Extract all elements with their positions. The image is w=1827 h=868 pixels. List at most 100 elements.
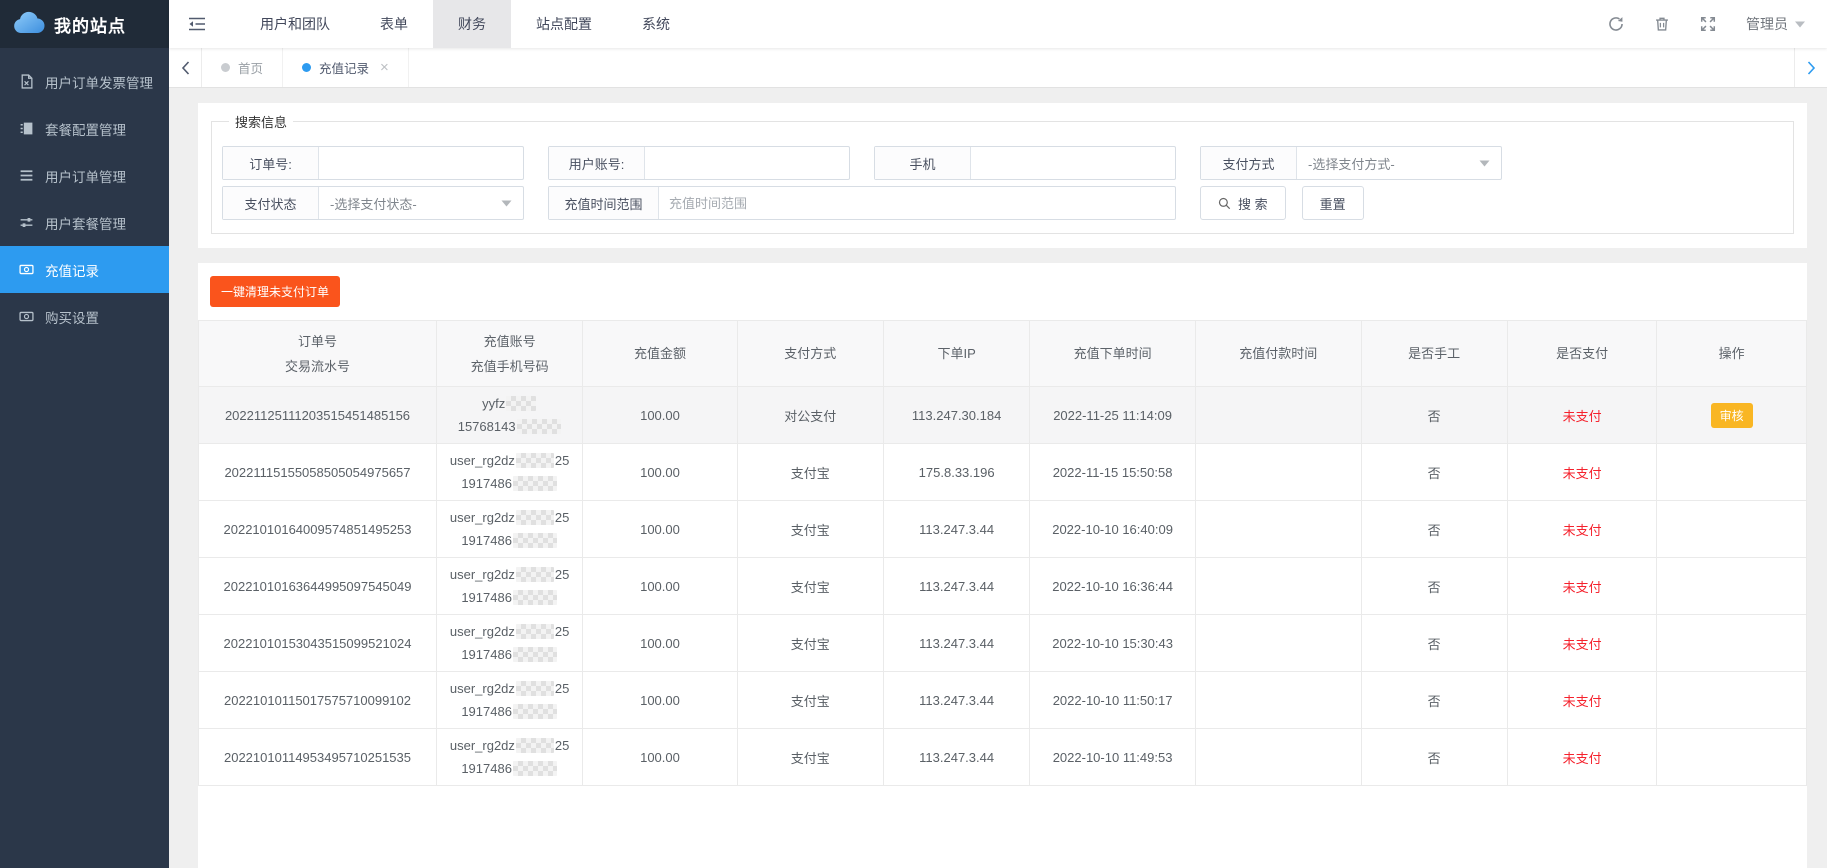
- tab-status-dot: [302, 63, 312, 72]
- redaction-mosaic: [512, 590, 557, 605]
- cell-ip: 113.247.30.184: [882, 386, 1031, 444]
- sidebar-item-link[interactable]: 用户套餐管理: [0, 199, 169, 246]
- table-body: 20221125111203515451485156 yyfz 15768143 10…: [198, 386, 1807, 786]
- tab-item[interactable]: 首页: [202, 48, 284, 87]
- phone-input[interactable]: [971, 147, 1175, 179]
- phone-text: 1917486: [461, 590, 512, 605]
- column-header: 充值下单时间: [1029, 320, 1196, 387]
- cell-order-no: 20221115155058505054975657: [198, 443, 437, 501]
- cell-account: user_rg2dz 25 1917486: [435, 614, 584, 672]
- cell-amount: 100.00: [582, 728, 738, 786]
- top-nav-item[interactable]: 财务: [433, 0, 511, 48]
- collapse-sidebar-icon[interactable]: [169, 17, 225, 31]
- sidebar-item-active[interactable]: 充值记录: [0, 246, 169, 293]
- cell-pay-method: 支付宝: [736, 671, 884, 729]
- cell-manual: 否: [1360, 671, 1508, 729]
- user-menu[interactable]: 管理员: [1746, 14, 1805, 34]
- phone-label: 手机: [875, 147, 971, 179]
- order-list-icon: [19, 168, 34, 183]
- cell-account: user_rg2dz 25 1917486: [435, 443, 584, 501]
- cloud-logo-icon: [13, 11, 45, 37]
- cell-order-time: 2022-10-10 16:40:09: [1029, 500, 1196, 558]
- search-button-label: 搜 索: [1238, 196, 1268, 212]
- redaction-mosaic: [515, 510, 554, 525]
- audit-button[interactable]: 审核: [1710, 402, 1753, 428]
- cell-action: [1656, 557, 1807, 615]
- top-nav-item[interactable]: 系统: [617, 0, 695, 48]
- tabs-scroll-right-icon[interactable]: [1794, 48, 1827, 87]
- cell-amount: 100.00: [582, 500, 738, 558]
- cell-pay-time: [1194, 728, 1362, 786]
- cell-pay-method: 支付宝: [736, 443, 884, 501]
- pay-method-select[interactable]: -选择支付方式-: [1297, 147, 1501, 179]
- cell-ip: 175.8.33.196: [882, 443, 1031, 501]
- column-header: 下单IP: [882, 320, 1031, 387]
- sidebar-item-link[interactable]: 套餐配置管理: [0, 105, 169, 152]
- cell-pay-method: 支付宝: [736, 614, 884, 672]
- page-content: 搜索信息 订单号: 用户账号: 手机 支付方式 -选择支付方式- 支付状态 -选…: [169, 88, 1827, 868]
- sidebar-item-link[interactable]: 用户订单发票管理: [0, 58, 169, 105]
- pay-method-selected-value: -选择支付方式-: [1308, 156, 1395, 172]
- reset-button[interactable]: 重置: [1301, 186, 1364, 220]
- search-button[interactable]: 搜 索: [1200, 186, 1286, 220]
- fullscreen-icon[interactable]: [1700, 16, 1716, 32]
- sidebar-item-link[interactable]: 用户订单管理: [0, 152, 169, 199]
- account-suffix-text: 25: [554, 510, 570, 525]
- sidebar-item-label: 购买设置: [45, 310, 99, 326]
- tabs-scroll-left-icon[interactable]: [169, 48, 202, 87]
- search-row-1: 订单号: 用户账号: 手机 支付方式 -选择支付方式-: [222, 146, 1783, 180]
- cell-action: [1656, 671, 1807, 729]
- top-nav-item[interactable]: 表单: [355, 0, 433, 48]
- account-field: 用户账号:: [548, 146, 850, 180]
- account-text: user_rg2dz: [449, 567, 515, 582]
- cell-ip: 113.247.3.44: [882, 671, 1031, 729]
- cell-amount: 100.00: [582, 614, 738, 672]
- package-icon: [19, 121, 34, 136]
- pay-status-select[interactable]: -选择支付状态-: [319, 187, 523, 219]
- sidebar-item-label: 充值记录: [45, 263, 99, 279]
- top-nav-item[interactable]: 站点配置: [511, 0, 617, 48]
- table-row: 20221010114953495710251535 user_rg2dz 25 19…: [198, 728, 1807, 786]
- top-navbar: 用户和团队 表单 财务 站点配置 系统 管理员: [169, 0, 1827, 48]
- order-no-input[interactable]: [319, 147, 523, 179]
- cell-pay-time: [1194, 671, 1362, 729]
- redaction-mosaic: [512, 476, 557, 491]
- time-range-input[interactable]: [659, 187, 1175, 219]
- cell-account: user_rg2dz 25 1917486: [435, 557, 584, 615]
- cell-paid-status: 未支付: [1506, 671, 1658, 729]
- cell-action: [1656, 443, 1807, 501]
- cell-paid-status: 未支付: [1506, 386, 1658, 444]
- sidebar-item-link[interactable]: 购买设置: [0, 293, 169, 340]
- reset-button-label: 重置: [1319, 196, 1346, 212]
- clear-unpaid-orders-button[interactable]: 一键清理未支付订单: [210, 276, 341, 307]
- cell-order-time: 2022-10-10 15:30:43: [1029, 614, 1196, 672]
- search-panel: 搜索信息 订单号: 用户账号: 手机 支付方式 -选择支付方式- 支付状态 -选…: [198, 103, 1807, 248]
- sidebar-item-label: 用户套餐管理: [45, 216, 126, 232]
- close-tab-icon[interactable]: ×: [380, 60, 389, 75]
- cell-ip: 113.247.3.44: [882, 614, 1031, 672]
- phone-text: 1917486: [461, 647, 512, 662]
- cell-order-time: 2022-11-15 15:50:58: [1029, 443, 1196, 501]
- sidebar-item-label: 用户订单管理: [45, 169, 126, 185]
- redaction-mosaic: [506, 396, 537, 411]
- cell-order-time: 2022-10-10 11:49:53: [1029, 728, 1196, 786]
- column-header: 充值金额: [582, 320, 738, 387]
- sidebar: 我的站点 用户订单发票管理 套餐配置管理 用户订单管理 用户套餐管理 充值记录 购买设置: [0, 0, 169, 868]
- redaction-mosaic: [515, 567, 554, 582]
- column-header: 操作: [1656, 320, 1807, 387]
- account-text: user_rg2dz: [449, 738, 515, 753]
- cell-ip: 113.247.3.44: [882, 728, 1031, 786]
- cell-paid-status: 未支付: [1506, 443, 1658, 501]
- top-nav-item[interactable]: 用户和团队: [235, 0, 355, 48]
- account-input[interactable]: [645, 147, 849, 179]
- cell-account: user_rg2dz 25 1917486: [435, 500, 584, 558]
- time-range-field: 充值时间范围: [548, 186, 1176, 220]
- refresh-icon[interactable]: [1608, 16, 1624, 32]
- table-row: 20221010153043515099521024 user_rg2dz 25 19…: [198, 614, 1807, 672]
- tab-active[interactable]: 充值记录 ×: [283, 48, 409, 87]
- top-nav-menu: 用户和团队 表单 财务 站点配置 系统: [235, 0, 695, 48]
- trash-icon[interactable]: [1654, 16, 1670, 32]
- tab-bar: 首页 充值记录 ×: [169, 48, 1827, 88]
- cell-order-time: 2022-10-10 16:36:44: [1029, 557, 1196, 615]
- tabs-container: 首页 充值记录 ×: [202, 48, 409, 87]
